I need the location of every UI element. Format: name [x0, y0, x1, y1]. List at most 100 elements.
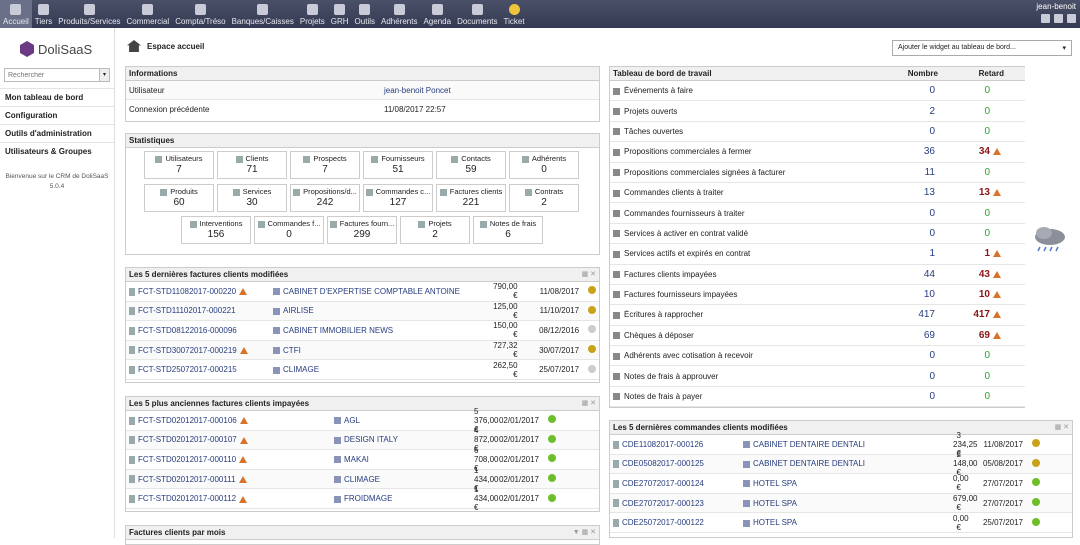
ref-link[interactable]: FCT-STD11082017-000220 — [138, 287, 236, 296]
dashboard-count[interactable]: 36 — [890, 146, 935, 157]
dashboard-row[interactable]: Services actifs et expirés en contrat 1 1 — [610, 244, 1025, 265]
menu-item-accounting[interactable]: Compta/Tréso — [172, 0, 228, 28]
stat-tile[interactable]: Utilisateurs 7 — [144, 151, 214, 179]
dashboard-count[interactable]: 44 — [890, 269, 935, 280]
stat-tile[interactable]: Produits 60 — [144, 184, 214, 212]
menu-item-members[interactable]: Adhérents — [378, 0, 420, 28]
dashboard-row[interactable]: Tâches ouvertes 0 0 — [610, 122, 1025, 143]
client-link[interactable]: HOTEL SPA — [753, 518, 797, 527]
sidebar-item-configuration[interactable]: Configuration — [0, 106, 114, 124]
client-link[interactable]: CABINET DENTAIRE DENTALI — [753, 459, 865, 468]
stat-tile[interactable]: Adhérents 0 — [509, 151, 579, 179]
client-link[interactable]: MAKAI — [344, 455, 369, 464]
stat-tile[interactable]: Factures clients 221 — [436, 184, 506, 212]
box-tools-icon[interactable]: ▼ ▦ ✕ — [573, 526, 596, 539]
dashboard-count[interactable]: 13 — [890, 187, 935, 198]
ref-link[interactable]: FCT-STD02012017-000107 — [138, 435, 237, 444]
dashboard-row[interactable]: Commandes fournisseurs à traiter 0 0 — [610, 203, 1025, 224]
search-dropdown-button[interactable]: ▾ — [100, 68, 110, 82]
stat-tile[interactable]: Interventions 156 — [181, 216, 251, 244]
user-name[interactable]: jean-benoit — [1036, 2, 1076, 11]
client-link[interactable]: FROIDMAGE — [344, 494, 392, 503]
menu-item-bank[interactable]: Banques/Caisses — [229, 0, 297, 28]
stat-tile[interactable]: Prospects 7 — [290, 151, 360, 179]
menu-item-ticket[interactable]: Ticket — [501, 0, 528, 28]
dashboard-row[interactable]: Factures fournisseurs impayées 10 10 — [610, 285, 1025, 306]
dashboard-count[interactable]: 0 — [890, 371, 935, 382]
menu-item-project[interactable]: Projets — [297, 0, 328, 28]
dashboard-row[interactable]: Chèques à déposer 69 69 — [610, 326, 1025, 347]
sidebar-item-dashboard[interactable]: Mon tableau de bord — [0, 88, 114, 106]
stat-tile[interactable]: Notes de frais 6 — [473, 216, 543, 244]
sidebar-item-users-groups[interactable]: Utilisateurs & Groupes — [0, 142, 114, 160]
stat-tile[interactable]: Commandes f... 0 — [254, 216, 324, 244]
stat-tile[interactable]: Fournisseurs 51 — [363, 151, 433, 179]
dashboard-count[interactable]: 10 — [890, 289, 935, 300]
dashboard-row[interactable]: Écritures à rapprocher 417 417 — [610, 305, 1025, 326]
menu-item-documents[interactable]: Documents — [454, 0, 500, 28]
ref-link[interactable]: FCT-STD02012017-000110 — [138, 455, 236, 464]
ref-link[interactable]: CDE11082017-000126 — [622, 440, 703, 449]
client-link[interactable]: HOTEL SPA — [753, 479, 797, 488]
print-icon[interactable] — [1054, 14, 1063, 23]
stat-tile[interactable]: Contacts 59 — [436, 151, 506, 179]
about-icon[interactable] — [1041, 14, 1050, 23]
client-link[interactable]: AIRLISE — [283, 306, 314, 315]
menu-item-tools[interactable]: Outils — [352, 0, 378, 28]
ref-link[interactable]: CDE05082017-000125 — [622, 459, 704, 468]
ref-link[interactable]: CDE27072017-000123 — [622, 499, 704, 508]
stat-tile[interactable]: Commandes c... 127 — [363, 184, 433, 212]
ref-link[interactable]: CDE27072017-000124 — [622, 479, 704, 488]
dashboard-count[interactable]: 1 — [890, 248, 935, 259]
dashboard-row[interactable]: Services à activer en contrat validé 0 0 — [610, 224, 1025, 245]
client-link[interactable]: AGL — [344, 416, 360, 425]
menu-item-agenda[interactable]: Agenda — [420, 0, 454, 28]
ref-link[interactable]: FCT-STD11102017-000221 — [138, 306, 236, 315]
dashboard-count[interactable]: 417 — [890, 309, 935, 320]
client-link[interactable]: CABINET IMMOBILIER NEWS — [283, 326, 393, 335]
dashboard-count[interactable]: 2 — [890, 106, 935, 117]
menu-item-commercial[interactable]: Commercial — [124, 0, 173, 28]
ref-link[interactable]: FCT-STD02012017-000106 — [138, 416, 237, 425]
client-link[interactable]: CABINET D'EXPERTISE COMPTABLE ANTOINE — [283, 287, 460, 296]
box-tools-icon[interactable]: ▦ ✕ — [1055, 421, 1069, 434]
client-link[interactable]: HOTEL SPA — [753, 499, 797, 508]
stat-tile[interactable]: Propositions/d... 242 — [290, 184, 360, 212]
stat-tile[interactable]: Contrats 2 — [509, 184, 579, 212]
menu-item-product[interactable]: Produits/Services — [55, 0, 123, 28]
dashboard-count[interactable]: 0 — [890, 208, 935, 219]
menu-item-home[interactable]: Accueil — [0, 0, 32, 28]
dashboard-row[interactable]: Notes de frais à payer 0 0 — [610, 387, 1025, 408]
ref-link[interactable]: FCT-STD08122016-000096 — [138, 326, 237, 335]
dashboard-row[interactable]: Projets ouverts 2 0 — [610, 101, 1025, 122]
client-link[interactable]: CTFI — [283, 346, 301, 355]
dashboard-row[interactable]: Événements à faire 0 0 — [610, 81, 1025, 102]
dashboard-count[interactable]: 0 — [890, 228, 935, 239]
dashboard-count[interactable]: 0 — [890, 350, 935, 361]
client-link[interactable]: CLIMAGE — [344, 475, 380, 484]
logout-icon[interactable] — [1067, 14, 1076, 23]
box-tools-icon[interactable]: ▦ ✕ — [582, 268, 596, 281]
sidebar-item-admin-tools[interactable]: Outils d'administration — [0, 124, 114, 142]
ref-link[interactable]: CDE25072017-000122 — [622, 518, 704, 527]
add-widget-select[interactable]: Ajouter le widget au tableau de bord... ▾ — [892, 40, 1072, 56]
ref-link[interactable]: FCT-STD02012017-000111 — [138, 475, 236, 484]
dashboard-row[interactable]: Notes de frais à approuver 0 0 — [610, 366, 1025, 387]
info-user-link[interactable]: jean-benoit Poncet — [384, 86, 451, 95]
dashboard-count[interactable]: 11 — [890, 167, 935, 178]
ref-link[interactable]: FCT-STD30072017-000219 — [138, 346, 237, 355]
stat-tile[interactable]: Factures fourn... 299 — [327, 216, 397, 244]
ref-link[interactable]: FCT-STD25072017-000215 — [138, 365, 237, 374]
menu-item-company[interactable]: Tiers — [32, 0, 55, 28]
dashboard-row[interactable]: Commandes clients à traiter 13 13 — [610, 183, 1025, 204]
box-tools-icon[interactable]: ▦ ✕ — [582, 397, 596, 410]
search-input[interactable] — [4, 68, 100, 82]
dashboard-row[interactable]: Propositions commerciales signées à fact… — [610, 163, 1025, 183]
stat-tile[interactable]: Clients 71 — [217, 151, 287, 179]
dashboard-row[interactable]: Propositions commerciales à fermer 36 34 — [610, 142, 1025, 163]
user-box[interactable]: jean-benoit — [1036, 2, 1076, 23]
stat-tile[interactable]: Projets 2 — [400, 216, 470, 244]
dashboard-row[interactable]: Factures clients impayées 44 43 — [610, 265, 1025, 285]
dashboard-row[interactable]: Adhérents avec cotisation à recevoir 0 0 — [610, 346, 1025, 367]
client-link[interactable]: DESIGN ITALY — [344, 435, 398, 444]
